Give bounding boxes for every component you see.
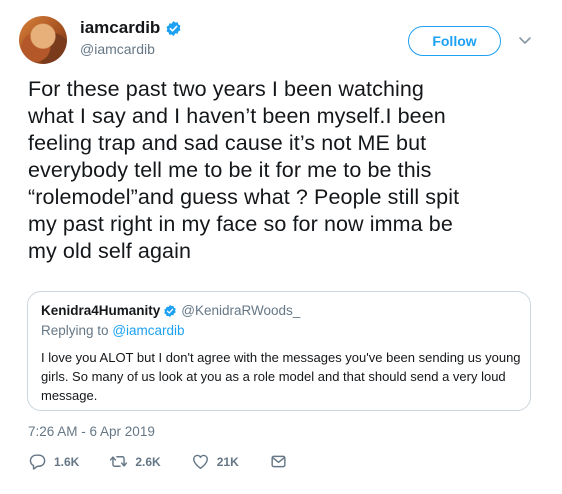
replying-to: Replying to @iamcardib — [41, 323, 185, 338]
reply-button[interactable]: 1.6K — [28, 452, 79, 471]
tweet-text-line: my past right in my face so for now imma… — [28, 212, 453, 236]
direct-message-icon — [271, 455, 286, 468]
quoted-tweet-text-line: message. — [41, 388, 98, 403]
follow-button[interactable]: Follow — [408, 26, 501, 56]
quoted-author-handle: @KenidraRWoods_ — [181, 303, 301, 318]
direct-message-button[interactable] — [269, 452, 288, 471]
avatar[interactable] — [19, 16, 67, 64]
quoted-tweet-header: Kenidra4Humanity @KenidraRWoods_ — [41, 303, 300, 318]
tweet-text-line: For these past two years I been watching — [28, 77, 424, 101]
retweet-icon — [110, 456, 128, 467]
verified-badge-icon — [164, 304, 176, 317]
author-display-name[interactable]: iamcardib — [80, 18, 160, 38]
quoted-tweet-text: I love you ALOT but I don't agree with t… — [41, 348, 521, 405]
reply-icon — [29, 454, 46, 470]
retweet-count: 2.6K — [135, 454, 161, 469]
replying-to-mention[interactable]: @iamcardib — [112, 323, 184, 338]
chevron-down-icon[interactable] — [517, 32, 533, 48]
tweet-actions: 1.6K 2.6K 21K — [28, 452, 288, 471]
tweet-text-line: my old self again — [28, 239, 192, 263]
quoted-tweet-text-line: I love you ALOT but I don't agree with t… — [41, 350, 521, 365]
tweet-text-line: everybody tell me to be it for me to be … — [28, 158, 432, 182]
retweet-button[interactable]: 2.6K — [109, 452, 161, 471]
like-count: 21K — [216, 454, 239, 469]
tweet-timestamp[interactable]: 7:26 AM - 6 Apr 2019 — [28, 424, 155, 439]
replying-to-prefix: Replying to — [41, 323, 109, 338]
quoted-tweet-text-line: girls. So many of us look at you as a ro… — [41, 369, 506, 384]
author-name-row: iamcardib — [80, 18, 182, 38]
author-handle[interactable]: @iamcardib — [80, 41, 155, 57]
like-button[interactable]: 21K — [191, 452, 239, 471]
tweet-text-line: feeling trap and sad cause it’s not ME b… — [28, 131, 427, 155]
like-icon — [192, 454, 208, 469]
tweet-text-line: “rolemodel”and guess what ? People still… — [28, 185, 460, 209]
reply-count: 1.6K — [54, 454, 80, 469]
quoted-author-display-name: Kenidra4Humanity — [41, 303, 161, 318]
tweet-text: For these past two years I been watching… — [28, 76, 550, 265]
tweet-text-line: what I say and I haven’t been myself.I b… — [28, 104, 446, 128]
quoted-tweet-card[interactable]: Kenidra4Humanity @KenidraRWoods_ Replyin… — [27, 291, 531, 411]
verified-badge-icon — [166, 20, 181, 36]
